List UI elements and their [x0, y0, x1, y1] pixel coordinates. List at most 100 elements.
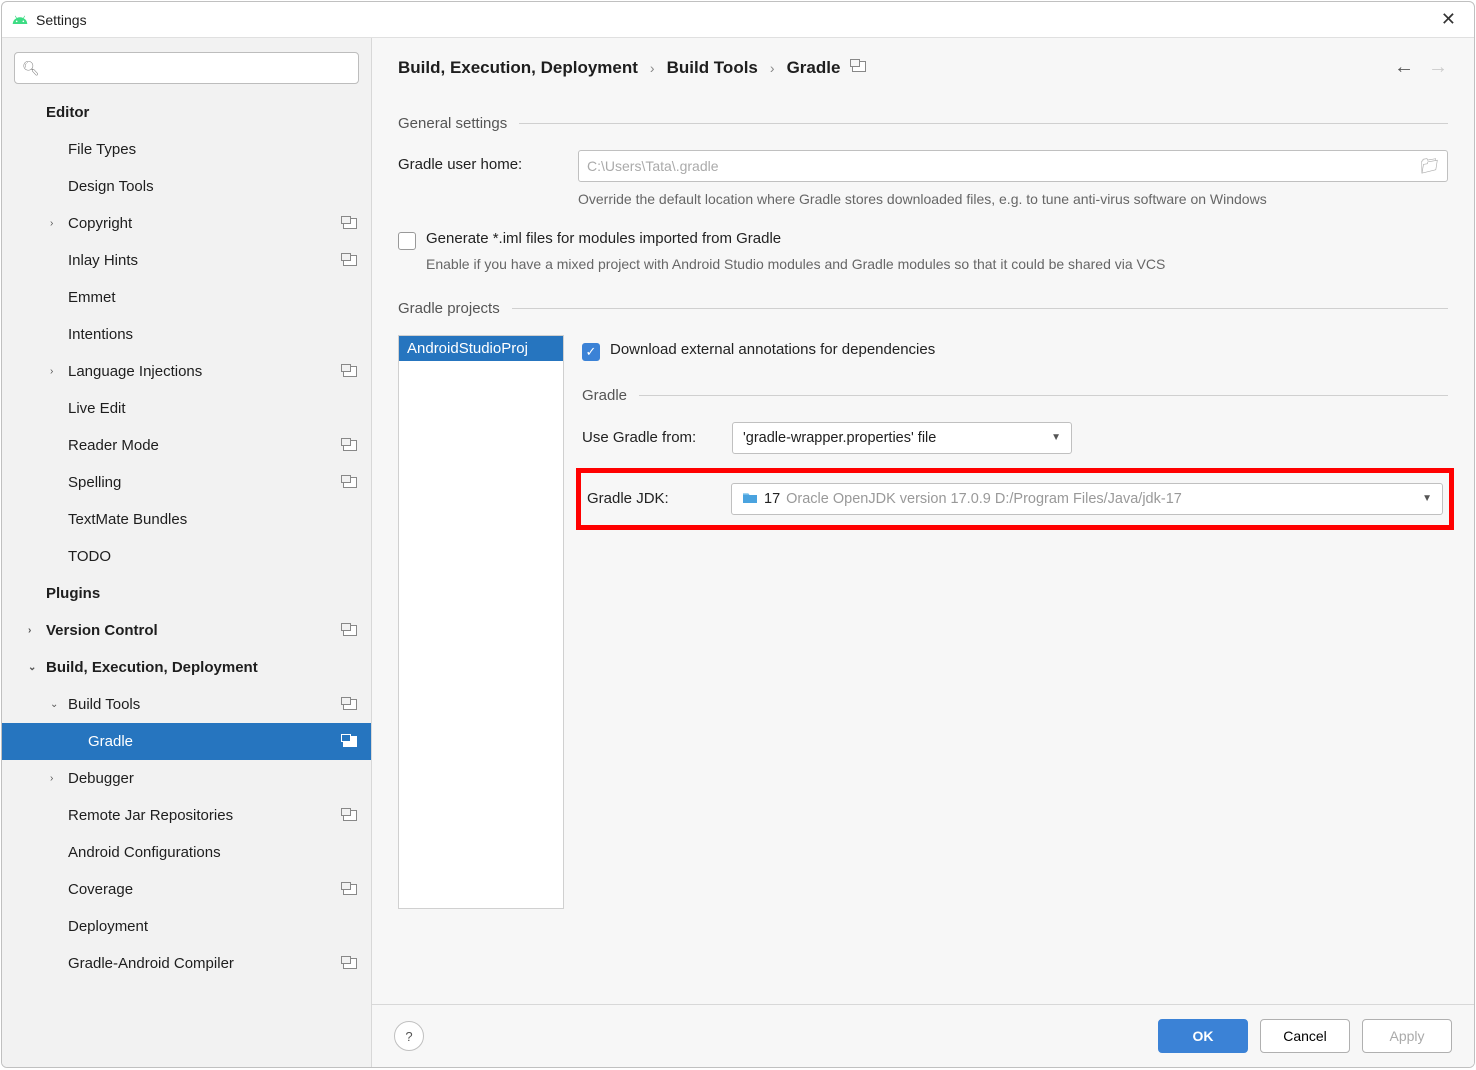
back-button[interactable]: ←: [1394, 56, 1414, 79]
scope-icon: [343, 625, 357, 636]
tree-item-label: Gradle: [88, 733, 343, 750]
breadcrumb-part: Gradle: [787, 58, 841, 78]
chevron-right-icon[interactable]: ›: [50, 218, 68, 229]
tree-item[interactable]: Remote Jar Repositories: [2, 797, 371, 834]
tree-item-label: Android Configurations: [68, 844, 363, 861]
tree-item[interactable]: Spelling: [2, 464, 371, 501]
chevron-down-icon[interactable]: ⌄: [50, 699, 68, 710]
sidebar: 🔍︎ EditorFile TypesDesign Tools›Copyrigh…: [2, 38, 372, 1067]
tree-item-label: Intentions: [68, 326, 363, 343]
gradle-jdk-label: Gradle JDK:: [587, 490, 731, 507]
scope-icon: [343, 810, 357, 821]
tree-item[interactable]: ›Language Injections: [2, 353, 371, 390]
footer: ? OK Cancel Apply: [372, 1004, 1474, 1067]
tree-item[interactable]: Design Tools: [2, 168, 371, 205]
chevron-down-icon[interactable]: ⌄: [28, 662, 46, 673]
breadcrumb-part[interactable]: Build, Execution, Deployment: [398, 58, 638, 78]
tree-item-label: File Types: [68, 141, 363, 158]
tree-item[interactable]: ›Debugger: [2, 760, 371, 797]
chevron-right-icon: ›: [650, 60, 655, 76]
help-button[interactable]: ?: [394, 1021, 424, 1051]
tree-item[interactable]: Deployment: [2, 908, 371, 945]
tree-item-label: Design Tools: [68, 178, 363, 195]
tree-item-label: Plugins: [46, 585, 363, 602]
scope-icon: [343, 366, 357, 377]
gradle-user-home-input[interactable]: [587, 158, 1414, 174]
section-header-general: General settings: [398, 115, 507, 132]
gradle-projects-list[interactable]: AndroidStudioProj: [398, 335, 564, 909]
browse-folder-icon[interactable]: 📁︎: [1420, 157, 1439, 175]
cancel-button[interactable]: Cancel: [1260, 1019, 1350, 1053]
tree-item[interactable]: Android Configurations: [2, 834, 371, 871]
tree-item-label: TODO: [68, 548, 363, 565]
close-button[interactable]: ✕: [1433, 7, 1464, 32]
tree-item[interactable]: Gradle-Android Compiler: [2, 945, 371, 982]
tree-item[interactable]: ›Version Control: [2, 612, 371, 649]
scope-icon: [343, 255, 357, 266]
apply-button: Apply: [1362, 1019, 1452, 1053]
chevron-right-icon[interactable]: ›: [50, 366, 68, 377]
scope-icon: [343, 884, 357, 895]
download-annotations-label[interactable]: Download external annotations for depend…: [610, 341, 935, 358]
chevron-right-icon[interactable]: ›: [50, 773, 68, 784]
tree-item-label: Emmet: [68, 289, 363, 306]
chevron-right-icon: ›: [770, 60, 775, 76]
scope-icon: [343, 958, 357, 969]
tree-item[interactable]: ⌄Build Tools: [2, 686, 371, 723]
gradle-jdk-highlight: Gradle JDK: 17 Oracle OpenJDK version 17…: [576, 468, 1454, 530]
search-input[interactable]: [14, 52, 359, 84]
tree-item-label: Version Control: [46, 622, 343, 639]
chevron-down-icon: ▼: [1422, 493, 1432, 504]
tree-item[interactable]: Inlay Hints: [2, 242, 371, 279]
tree-item[interactable]: Live Edit: [2, 390, 371, 427]
scope-icon: [852, 60, 866, 75]
tree-item-label: Editor: [46, 104, 363, 121]
gradle-project-item[interactable]: AndroidStudioProj: [399, 336, 563, 361]
tree-item[interactable]: Coverage: [2, 871, 371, 908]
tree-item-label: Build, Execution, Deployment: [46, 659, 363, 676]
tree-item-label: Copyright: [68, 215, 343, 232]
scope-icon: [343, 440, 357, 451]
tree-item[interactable]: Editor: [2, 94, 371, 131]
chevron-down-icon: ▼: [1051, 432, 1061, 443]
tree-item-label: Remote Jar Repositories: [68, 807, 343, 824]
tree-item-label: TextMate Bundles: [68, 511, 363, 528]
scope-icon: [343, 477, 357, 488]
generate-iml-hint: Enable if you have a mixed project with …: [426, 256, 1448, 272]
tree-item[interactable]: File Types: [2, 131, 371, 168]
tree-item[interactable]: Gradle: [2, 723, 371, 760]
tree-item[interactable]: Emmet: [2, 279, 371, 316]
generate-iml-label[interactable]: Generate *.iml files for modules importe…: [426, 230, 781, 247]
tree-item-label: Spelling: [68, 474, 343, 491]
section-header-gradle-projects: Gradle projects: [398, 300, 500, 317]
tree-item[interactable]: Plugins: [2, 575, 371, 612]
breadcrumb: Build, Execution, Deployment › Build Too…: [372, 38, 1474, 89]
tree-item[interactable]: ›Copyright: [2, 205, 371, 242]
tree-item[interactable]: Intentions: [2, 316, 371, 353]
window-title: Settings: [36, 12, 87, 28]
search-icon: 🔍︎: [22, 60, 40, 77]
tree-item-label: Live Edit: [68, 400, 363, 417]
tree-item[interactable]: TODO: [2, 538, 371, 575]
titlebar: Settings ✕: [2, 2, 1474, 38]
tree-item-label: Language Injections: [68, 363, 343, 380]
tree-item-label: Coverage: [68, 881, 343, 898]
tree-item-label: Deployment: [68, 918, 363, 935]
breadcrumb-part[interactable]: Build Tools: [667, 58, 758, 78]
use-gradle-from-select[interactable]: 'gradle-wrapper.properties' file ▼: [732, 422, 1072, 454]
ok-button[interactable]: OK: [1158, 1019, 1248, 1053]
download-annotations-checkbox[interactable]: ✓: [582, 343, 600, 361]
scope-icon: [343, 699, 357, 710]
tree-item[interactable]: ⌄Build, Execution, Deployment: [2, 649, 371, 686]
gradle-user-home-hint: Override the default location where Grad…: [578, 190, 1448, 210]
scope-icon: [343, 218, 357, 229]
use-gradle-from-label: Use Gradle from:: [582, 429, 732, 446]
tree-item-label: Build Tools: [68, 696, 343, 713]
generate-iml-checkbox[interactable]: [398, 232, 416, 250]
tree-item[interactable]: Reader Mode: [2, 427, 371, 464]
tree-item-label: Inlay Hints: [68, 252, 343, 269]
tree-item[interactable]: TextMate Bundles: [2, 501, 371, 538]
settings-tree[interactable]: EditorFile TypesDesign Tools›CopyrightIn…: [2, 94, 371, 1067]
gradle-jdk-select[interactable]: 17 Oracle OpenJDK version 17.0.9 D:/Prog…: [731, 483, 1443, 515]
chevron-right-icon[interactable]: ›: [28, 625, 46, 636]
